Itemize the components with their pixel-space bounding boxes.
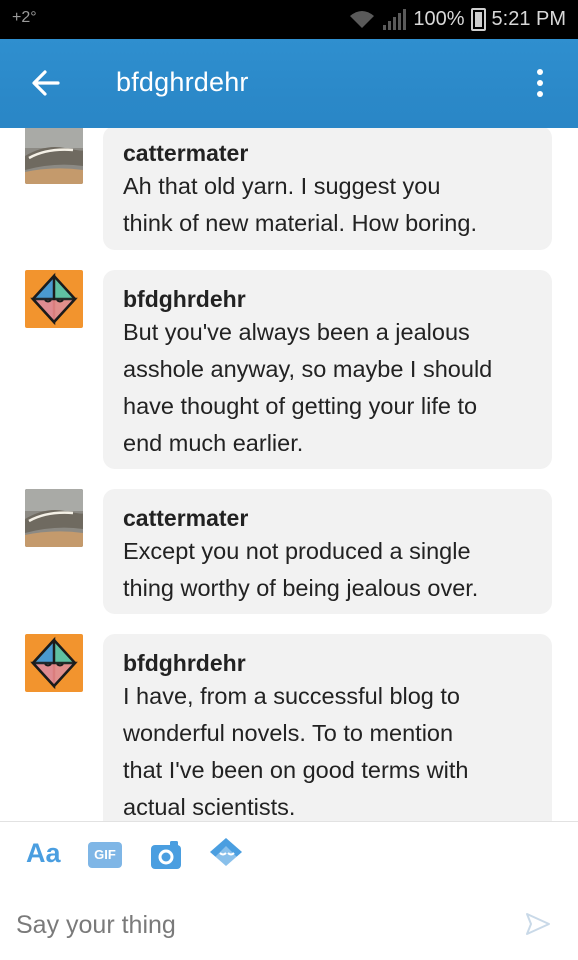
more-options-dot [537, 80, 543, 86]
send-icon [526, 913, 550, 935]
status-bar: +2° 100% 5:21 PM [0, 0, 578, 39]
message-sender[interactable]: cattermater [123, 503, 532, 533]
message-sender[interactable]: bfdghrdehr [123, 648, 532, 678]
message-line: think of new material. How boring. [123, 210, 477, 236]
back-arrow-icon [32, 70, 60, 96]
message-bubble[interactable]: bfdghrdehr But you've always been a jeal… [103, 270, 552, 469]
message-line: Except you not produced a single [123, 538, 471, 564]
sender-avatar[interactable] [25, 634, 83, 692]
message-line: Ah that old yarn. I suggest you [123, 173, 441, 199]
conversation-title[interactable]: bfdghrdehr [116, 67, 249, 98]
message-line: end much earlier. [123, 430, 304, 456]
sticker-icon [210, 838, 242, 870]
message-text: Ah that old yarn. I suggest you think of… [123, 168, 532, 242]
message-line: have thought of getting your life to [123, 393, 478, 419]
sticker-button[interactable] [208, 836, 244, 872]
status-temperature: +2° [12, 9, 37, 26]
more-options-icon [537, 69, 543, 75]
battery-percent: 100% [413, 8, 465, 30]
message-line: I have, from a successful blog to [123, 683, 460, 709]
message-text: But you've always been a jealous asshole… [123, 314, 532, 462]
message-line: wonderful novels. To to mention [123, 720, 454, 746]
text-format-button[interactable]: Aa [26, 838, 61, 869]
octahedron-avatar-icon [25, 270, 83, 328]
message-line: actual scientists. [123, 794, 296, 820]
more-options-dot [537, 91, 543, 97]
message-sender[interactable]: bfdghrdehr [123, 284, 532, 314]
message-bubble[interactable]: bfdghrdehr I have, from a successful blo… [103, 634, 552, 821]
camera-icon [151, 841, 181, 869]
message-list[interactable]: cattermater Ah that old yarn. I suggest … [0, 128, 578, 821]
status-icons: 100% 5:21 PM [349, 8, 566, 31]
message-sender[interactable]: cattermater [123, 138, 532, 168]
signal-icon [383, 8, 407, 30]
camera-button[interactable] [150, 840, 182, 870]
message-line: that I've been on good terms with [123, 757, 469, 783]
sender-avatar[interactable] [25, 489, 83, 547]
message-text: I have, from a successful blog to wonder… [123, 678, 532, 821]
compose-toolbar: Aa GIF [0, 821, 578, 889]
sender-avatar[interactable] [25, 128, 83, 184]
landscape-avatar-icon [25, 489, 83, 547]
more-options-button[interactable] [520, 61, 560, 105]
sender-avatar[interactable] [25, 270, 83, 328]
status-time: 5:21 PM [491, 8, 566, 30]
message-text: Except you not produced a single thing w… [123, 533, 532, 607]
send-button[interactable] [524, 910, 552, 938]
message-line: But you've always been a jealous [123, 319, 470, 345]
message-line: thing worthy of being jealous over. [123, 575, 479, 601]
message-line: asshole anyway, so maybe I should [123, 356, 493, 382]
wifi-icon [350, 10, 375, 28]
battery-icon [470, 8, 486, 31]
message-bubble[interactable]: cattermater Except you not produced a si… [103, 489, 552, 614]
message-composer [0, 888, 578, 960]
gif-button[interactable]: GIF [88, 842, 122, 868]
landscape-avatar-icon [25, 128, 83, 184]
conversation-header: bfdghrdehr [0, 39, 578, 128]
back-button[interactable] [26, 63, 66, 103]
octahedron-avatar-icon [25, 634, 83, 692]
message-input[interactable] [14, 904, 498, 946]
message-bubble[interactable]: cattermater Ah that old yarn. I suggest … [103, 128, 552, 250]
